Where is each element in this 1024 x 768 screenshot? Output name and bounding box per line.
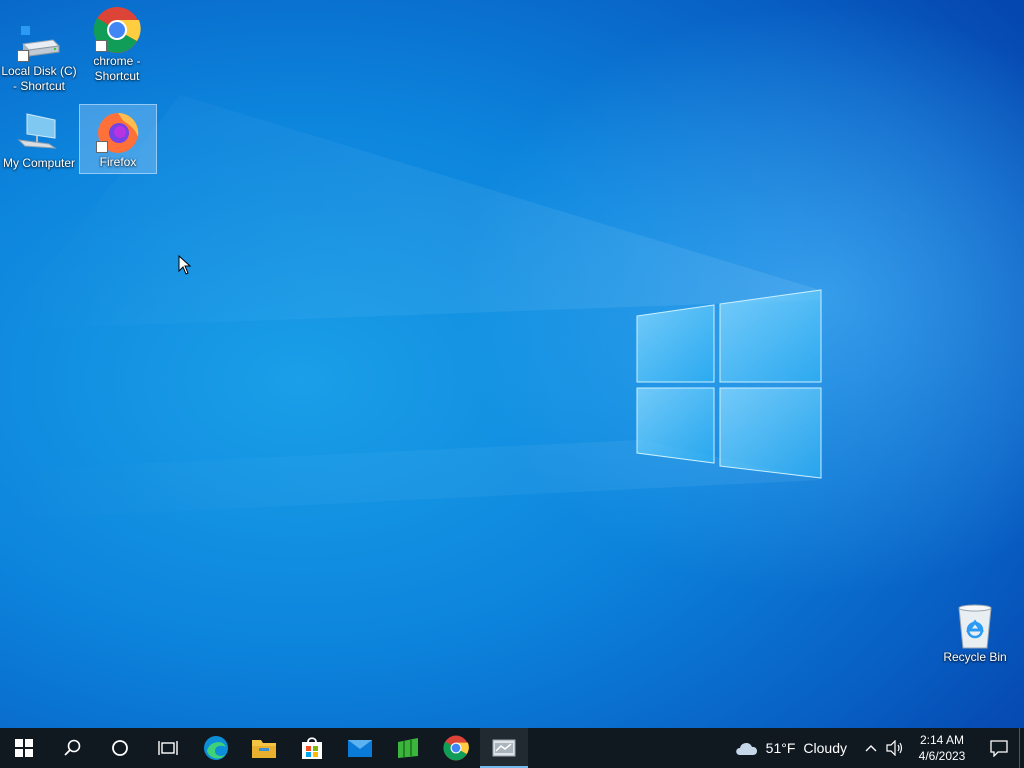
- desktop-icon-label: chrome - Shortcut: [93, 54, 141, 83]
- taskbar-file-explorer[interactable]: [240, 728, 288, 768]
- clock-date: 4/6/2023: [918, 749, 966, 763]
- taskbar-edge[interactable]: [192, 728, 240, 768]
- desktop-icon-label: Recycle Bin: [943, 650, 1007, 664]
- mail-icon: [348, 740, 372, 757]
- task-view-icon: [158, 741, 178, 755]
- weather-temperature: 51°F: [765, 740, 796, 756]
- cortana-button[interactable]: [96, 728, 144, 768]
- cortana-icon: [112, 740, 128, 756]
- recycle-bin-icon: [951, 602, 999, 650]
- desktop-icon-recycle-bin[interactable]: Recycle Bin: [936, 600, 1014, 670]
- firefox-icon: [94, 107, 142, 155]
- search-button[interactable]: [48, 728, 96, 768]
- taskbar-clock[interactable]: 2:14 AM 4/6/2023: [911, 732, 973, 764]
- windows-start-icon: [15, 739, 33, 757]
- desktop-icon-label: Local Disk (C) - Shortcut: [1, 64, 77, 93]
- mouse-cursor-icon: [178, 255, 192, 275]
- shortcut-arrow-icon: [95, 40, 107, 52]
- taskbar-active-app[interactable]: [480, 728, 528, 768]
- speaker-icon: [886, 740, 903, 756]
- taskbar-store[interactable]: [288, 728, 336, 768]
- folder-icon: [252, 740, 276, 758]
- system-tray: 51°F Cloudy 2:14 AM 4/6/2023: [734, 728, 1024, 768]
- chrome-icon: [93, 6, 141, 54]
- weather-condition: Cloudy: [803, 740, 847, 756]
- desktop-icon-firefox[interactable]: Firefox: [79, 104, 157, 174]
- clock-time: 2:14 AM: [919, 733, 965, 747]
- taskbar-mail[interactable]: [336, 728, 384, 768]
- shortcut-arrow-icon: [96, 141, 108, 153]
- computer-icon: [15, 108, 63, 156]
- chrome-icon: [443, 735, 469, 761]
- weather-widget[interactable]: 51°F Cloudy: [734, 739, 847, 757]
- desktop-icon-chrome[interactable]: chrome - Shortcut: [78, 0, 156, 83]
- desktop-icon-local-disk[interactable]: Local Disk (C) - Shortcut: [0, 14, 78, 93]
- drive-icon: [15, 16, 63, 64]
- taskbar: 51°F Cloudy 2:14 AM 4/6/2023: [0, 728, 1024, 768]
- chevron-up-icon: [865, 745, 877, 752]
- desktop-icon-label: My Computer: [2, 156, 76, 170]
- task-view-button[interactable]: [144, 728, 192, 768]
- search-icon: [64, 739, 81, 756]
- edge-icon: [204, 736, 228, 760]
- store-icon: [302, 737, 322, 759]
- shortcut-arrow-icon: [17, 50, 29, 62]
- notification-icon: [990, 740, 1008, 757]
- show-hidden-icons-button[interactable]: [859, 728, 883, 768]
- desktop-icon-label: Firefox: [99, 155, 137, 169]
- start-button[interactable]: [0, 728, 48, 768]
- action-center-button[interactable]: [979, 728, 1019, 768]
- green-app-icon: [398, 738, 418, 758]
- volume-button[interactable]: [883, 728, 907, 768]
- show-desktop-button[interactable]: [1019, 728, 1024, 768]
- taskbar-chrome[interactable]: [432, 728, 480, 768]
- app-icon: [492, 739, 516, 757]
- desktop-icon-my-computer[interactable]: My Computer: [0, 106, 78, 176]
- taskbar-green-app[interactable]: [384, 728, 432, 768]
- cloud-icon: [735, 742, 757, 755]
